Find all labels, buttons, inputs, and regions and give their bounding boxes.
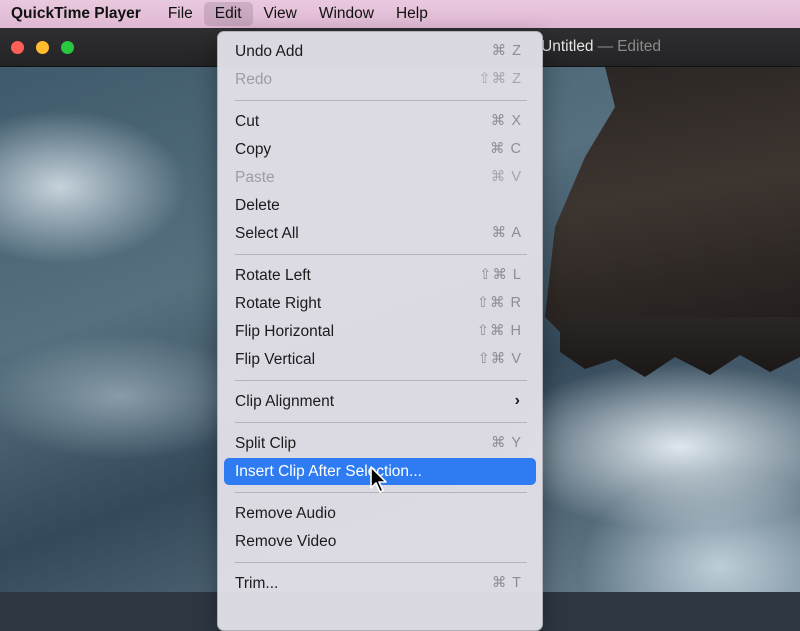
menu-separator	[235, 422, 527, 423]
window-title: Untitled — Edited	[541, 38, 661, 56]
menu-separator	[235, 254, 527, 255]
menu-item-undo-add[interactable]: Undo Add ⌘ Z	[224, 38, 536, 65]
menu-item-flip-vertical[interactable]: Flip Vertical ⇧⌘ V	[224, 346, 536, 373]
menu-bar: QuickTime Player File Edit View Window H…	[0, 0, 800, 28]
menu-separator	[235, 100, 527, 101]
menu-edit[interactable]: Edit	[203, 2, 253, 26]
menu-item-label: Split Clip	[235, 435, 297, 452]
menu-item-select-all[interactable]: Select All ⌘ A	[224, 220, 536, 247]
menu-item-clip-alignment[interactable]: Clip Alignment ›	[224, 388, 536, 415]
menu-item-delete[interactable]: Delete	[224, 192, 536, 219]
menu-item-paste[interactable]: Paste ⌘ V	[224, 164, 536, 191]
chevron-right-icon: ›	[514, 392, 520, 409]
arrow-pointer-icon	[370, 466, 387, 493]
menu-item-label: Copy	[235, 141, 272, 158]
menu-window[interactable]: Window	[308, 0, 385, 28]
menu-item-label: Redo	[235, 71, 273, 88]
menu-item-trim[interactable]: Trim... ⌘ T	[224, 570, 536, 597]
menu-item-shortcut: ⇧⌘ V	[477, 351, 522, 367]
menu-item-label: Select All	[235, 225, 299, 242]
menu-item-label: Undo Add	[235, 43, 304, 60]
menu-item-label: Paste	[235, 169, 275, 186]
menu-item-label: Flip Vertical	[235, 351, 316, 368]
menu-item-rotate-left[interactable]: Rotate Left ⇧⌘ L	[224, 262, 536, 289]
zoom-button[interactable]	[61, 41, 74, 54]
menu-item-split-clip[interactable]: Split Clip ⌘ Y	[224, 430, 536, 457]
menu-item-copy[interactable]: Copy ⌘ C	[224, 136, 536, 163]
menu-item-shortcut: ⌘ V	[490, 169, 522, 185]
close-button[interactable]	[11, 41, 24, 54]
menu-item-label: Cut	[235, 113, 260, 130]
menu-item-shortcut: ⌘ Y	[491, 435, 522, 451]
menu-item-label: Delete	[235, 197, 280, 214]
menu-separator	[235, 380, 527, 381]
menu-item-shortcut: ⇧⌘ R	[476, 295, 522, 311]
menu-item-label: Rotate Left	[235, 267, 311, 284]
menu-item-shortcut: ⌘ Z	[491, 43, 522, 59]
video-cliff-base	[560, 317, 800, 377]
edited-status: Edited	[617, 38, 662, 55]
menu-item-cut[interactable]: Cut ⌘ X	[224, 108, 536, 135]
menu-item-rotate-right[interactable]: Rotate Right ⇧⌘ R	[224, 290, 536, 317]
minimize-button[interactable]	[36, 41, 49, 54]
menu-item-label: Insert Clip After Selection...	[235, 463, 422, 480]
menu-file[interactable]: File	[157, 0, 204, 28]
title-separator: —	[597, 38, 614, 55]
menu-item-label: Trim...	[235, 575, 279, 592]
menu-item-remove-video[interactable]: Remove Video	[224, 528, 536, 555]
menu-item-shortcut: ⌘ C	[490, 141, 522, 157]
menu-item-shortcut: ⇧⌘ Z	[478, 71, 522, 87]
menu-item-shortcut: ⇧⌘ H	[476, 323, 522, 339]
menu-item-label: Rotate Right	[235, 295, 322, 312]
edit-menu: Undo Add ⌘ Z Redo ⇧⌘ Z Cut ⌘ X Copy ⌘ C Paste ⌘ V…	[217, 31, 543, 631]
menu-item-label: Flip Horizontal	[235, 323, 335, 340]
menu-item-remove-audio[interactable]: Remove Audio	[224, 500, 536, 527]
menu-app-name[interactable]: QuickTime Player	[0, 0, 157, 28]
menu-separator	[235, 562, 527, 563]
menu-item-label: Remove Audio	[235, 505, 336, 522]
menu-item-label: Clip Alignment	[235, 393, 335, 410]
document-name: Untitled	[541, 38, 594, 55]
menu-item-redo[interactable]: Redo ⇧⌘ Z	[224, 66, 536, 93]
menu-item-shortcut: ⌘ X	[490, 113, 522, 129]
menu-item-shortcut: ⌘ A	[491, 225, 522, 241]
menu-view[interactable]: View	[253, 0, 308, 28]
menu-item-label: Remove Video	[235, 533, 337, 550]
menu-item-shortcut: ⇧⌘ L	[479, 267, 522, 283]
menu-help[interactable]: Help	[385, 0, 439, 28]
video-cliff-rock	[545, 67, 800, 347]
menu-item-shortcut: ⌘ T	[491, 575, 522, 591]
menu-item-flip-horizontal[interactable]: Flip Horizontal ⇧⌘ H	[224, 318, 536, 345]
